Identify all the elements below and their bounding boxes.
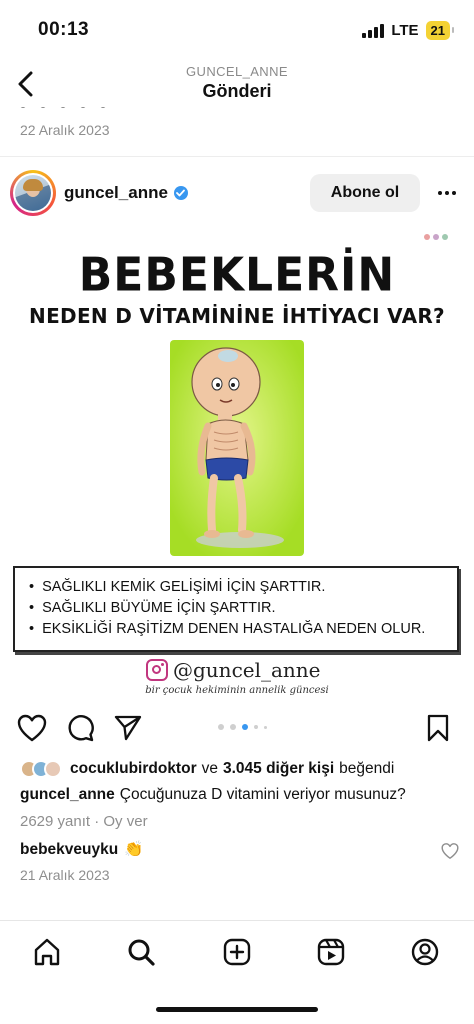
status-time: 00:13 bbox=[38, 19, 90, 40]
comment-button[interactable] bbox=[64, 712, 96, 744]
comment-username[interactable]: bebekveuyku bbox=[20, 841, 118, 859]
info-box: SAĞLIKLI KEMİK GELİŞİMİ İÇİN ŞARTTIR. SA… bbox=[13, 566, 459, 652]
status-indicators: LTE 21 bbox=[362, 21, 455, 40]
tab-create[interactable] bbox=[220, 935, 254, 969]
username-label: guncel_anne bbox=[64, 183, 168, 202]
home-indicator bbox=[156, 1007, 318, 1012]
post-username[interactable]: guncel_anne bbox=[64, 183, 188, 203]
decorative-dots bbox=[424, 234, 448, 240]
signal-icon bbox=[362, 23, 385, 38]
network-label: LTE bbox=[391, 22, 419, 39]
comment-like-icon[interactable] bbox=[441, 842, 459, 860]
tab-profile[interactable] bbox=[408, 935, 442, 969]
post-caption: guncel_anne Çocuğunuza D vitamini veriyor… bbox=[20, 786, 406, 804]
post-header: guncel_anne Abone ol bbox=[0, 168, 474, 218]
share-button[interactable] bbox=[112, 712, 144, 744]
reply-meta[interactable]: 2629 yanıt · Oy ver bbox=[20, 813, 148, 830]
avatar[interactable] bbox=[10, 170, 56, 216]
top-comment: bebekveuyku 👏 bbox=[20, 840, 144, 859]
tab-home[interactable] bbox=[30, 935, 64, 969]
post-date: 21 Aralık 2023 bbox=[20, 867, 110, 883]
more-options-icon[interactable] bbox=[432, 178, 462, 208]
save-button[interactable] bbox=[422, 712, 454, 744]
carousel-dot bbox=[264, 725, 267, 729]
divider bbox=[0, 156, 474, 157]
first-liker[interactable]: cocuklubirdoktor bbox=[70, 760, 197, 778]
image-headline: BEBEKLERİN bbox=[78, 248, 396, 303]
carousel-dot bbox=[218, 724, 224, 730]
create-icon bbox=[223, 938, 251, 966]
home-icon bbox=[34, 938, 60, 966]
tab-search[interactable] bbox=[124, 935, 158, 969]
send-icon bbox=[114, 715, 142, 741]
tab-bar bbox=[0, 921, 474, 991]
action-bar bbox=[0, 706, 474, 750]
carousel-dot bbox=[230, 724, 236, 730]
bullet-item: SAĞLIKLI KEMİK GELİŞİMİ İÇİN ŞARTTIR. bbox=[29, 577, 443, 598]
caption-username[interactable]: guncel_anne bbox=[20, 786, 115, 803]
profile-icon bbox=[411, 938, 439, 966]
post-image[interactable]: BEBEKLERİN NEDEN D VİTAMİNİNE İHTİYACI V… bbox=[0, 228, 474, 700]
previous-post-date: 22 Aralık 2023 bbox=[20, 122, 110, 138]
likes-suffix: beğendi bbox=[339, 760, 395, 777]
brand-tagline: bir çocuk hekiminin annelik güncesi bbox=[145, 685, 329, 696]
follow-button[interactable]: Abone ol bbox=[310, 174, 420, 212]
comment-icon bbox=[68, 715, 94, 742]
like-button[interactable] bbox=[16, 712, 48, 744]
battery-icon: 21 bbox=[425, 21, 455, 40]
other-likers[interactable]: 3.045 diğer kişi bbox=[223, 760, 334, 778]
reels-icon bbox=[317, 938, 345, 966]
bookmark-icon bbox=[427, 714, 449, 742]
carousel-indicator bbox=[218, 724, 267, 730]
heart-icon bbox=[17, 714, 47, 742]
comment-text: 👏 bbox=[124, 841, 144, 858]
liker-avatar bbox=[44, 760, 62, 778]
avatar-photo bbox=[15, 175, 51, 211]
image-subheadline: NEDEN D VİTAMİNİNE İHTİYACI VAR? bbox=[29, 304, 445, 328]
account-overline: GUNCEL_ANNE bbox=[186, 64, 288, 79]
carousel-dot bbox=[254, 725, 258, 729]
verified-badge-icon bbox=[173, 186, 188, 200]
bullet-item: SAĞLIKLI BÜYÜME İÇİN ŞARTTIR. bbox=[29, 598, 443, 619]
brand-handle: @guncel_anne bbox=[173, 658, 321, 682]
page-title: Gönderi bbox=[202, 81, 272, 101]
liker-avatars bbox=[20, 760, 62, 778]
search-icon bbox=[128, 939, 155, 966]
baby-illustration bbox=[170, 340, 304, 556]
caption-text: Çocuğunuza D vitamini veriyor musunuz? bbox=[119, 786, 406, 803]
instagram-logo-icon bbox=[146, 659, 168, 681]
carousel-dot-active bbox=[242, 724, 248, 730]
previous-caption-fragment bbox=[20, 100, 140, 108]
battery-level: 21 bbox=[430, 23, 445, 38]
tab-reels[interactable] bbox=[314, 935, 348, 969]
likes-summary[interactable]: cocuklubirdoktor ve 3.045 diğer kişi beğ… bbox=[20, 760, 460, 778]
likes-connector: ve bbox=[201, 760, 218, 777]
status-bar: 00:13 LTE 21 bbox=[0, 0, 474, 60]
brand-watermark: @guncel_anne bbox=[146, 658, 321, 682]
bullet-item: EKSİKLİĞİ RAŞİTİZM DENEN HASTALIĞA NEDEN… bbox=[29, 619, 443, 640]
